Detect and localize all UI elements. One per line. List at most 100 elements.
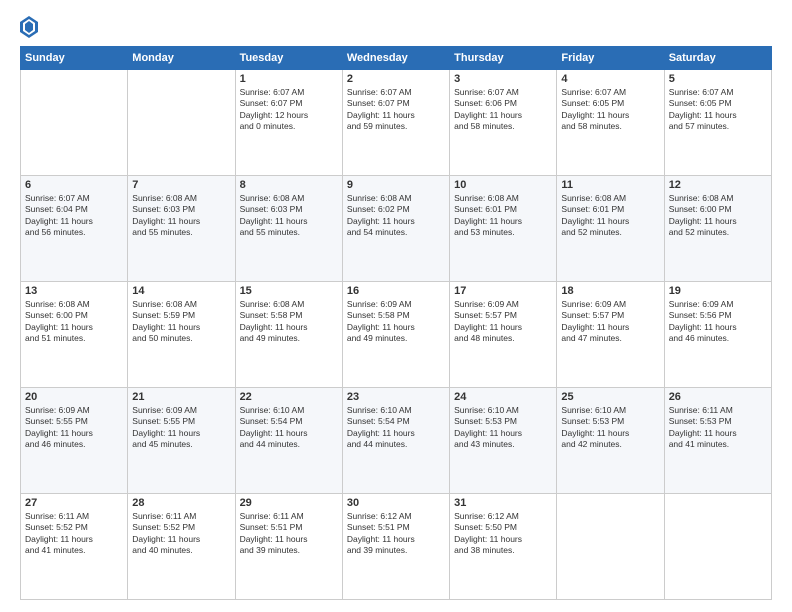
day-number: 28 [132, 497, 230, 509]
calendar-cell: 9 Sunrise: 6:08 AM Sunset: 6:02 PM Daylig… [342, 176, 449, 282]
calendar-cell: 1 Sunrise: 6:07 AM Sunset: 6:07 PM Daylig… [235, 70, 342, 176]
calendar-cell: 14 Sunrise: 6:08 AM Sunset: 5:59 PM Dayli… [128, 282, 235, 388]
day-number: 26 [669, 391, 767, 403]
calendar-cell [664, 494, 771, 600]
calendar-cell: 29 Sunrise: 6:11 AM Sunset: 5:51 PM Dayli… [235, 494, 342, 600]
calendar-cell: 17 Sunrise: 6:09 AM Sunset: 5:57 PM Dayli… [450, 282, 557, 388]
day-info: Sunrise: 6:10 AM Sunset: 5:53 PM Dayligh… [561, 405, 659, 451]
calendar-cell: 18 Sunrise: 6:09 AM Sunset: 5:57 PM Dayli… [557, 282, 664, 388]
calendar-week-1: 6 Sunrise: 6:07 AM Sunset: 6:04 PM Daylig… [21, 176, 772, 282]
page: SundayMondayTuesdayWednesdayThursdayFrid… [0, 0, 792, 612]
calendar-cell: 10Sunrise: 6:08 AM Sunset: 6:01 PM Dayli… [450, 176, 557, 282]
day-number: 31 [454, 497, 552, 509]
day-number: 22 [240, 391, 338, 403]
day-info: Sunrise: 6:11 AM Sunset: 5:51 PM Dayligh… [240, 511, 338, 557]
day-info: Sunrise: 6:11 AM Sunset: 5:53 PM Dayligh… [669, 405, 767, 451]
calendar-cell: 28 Sunrise: 6:11 AM Sunset: 5:52 PM Dayli… [128, 494, 235, 600]
day-info: Sunrise: 6:08 AM Sunset: 6:01 PM Dayligh… [561, 193, 659, 239]
day-info: Sunrise: 6:08 AM Sunset: 6:03 PM Dayligh… [240, 193, 338, 239]
day-header-sunday: Sunday [21, 47, 128, 70]
calendar-week-3: 20 Sunrise: 6:09 AM Sunset: 5:55 PM Dayli… [21, 388, 772, 494]
day-number: 7 [132, 179, 230, 191]
day-number: 6 [25, 179, 123, 191]
day-info: Sunrise: 6:12 AM Sunset: 5:51 PM Dayligh… [347, 511, 445, 557]
calendar-cell: 11 Sunrise: 6:08 AM Sunset: 6:01 PM Dayli… [557, 176, 664, 282]
day-info: Sunrise: 6:12 AM Sunset: 5:50 PM Dayligh… [454, 511, 552, 557]
day-number: 11 [561, 179, 659, 191]
day-info: Sunrise: 6:08 AM Sunset: 6:02 PM Dayligh… [347, 193, 445, 239]
calendar-cell: 2 Sunrise: 6:07 AM Sunset: 6:07 PM Daylig… [342, 70, 449, 176]
calendar-cell: 30 Sunrise: 6:12 AM Sunset: 5:51 PM Dayli… [342, 494, 449, 600]
day-number: 13 [25, 285, 123, 297]
day-info: Sunrise: 6:09 AM Sunset: 5:57 PM Dayligh… [454, 299, 552, 345]
day-info: Sunrise: 6:09 AM Sunset: 5:57 PM Dayligh… [561, 299, 659, 345]
day-number: 19 [669, 285, 767, 297]
day-number: 21 [132, 391, 230, 403]
day-info: Sunrise: 6:07 AM Sunset: 6:07 PM Dayligh… [240, 87, 338, 133]
calendar-cell: 20 Sunrise: 6:09 AM Sunset: 5:55 PM Dayli… [21, 388, 128, 494]
day-number: 18 [561, 285, 659, 297]
day-number: 17 [454, 285, 552, 297]
day-number: 30 [347, 497, 445, 509]
calendar-cell: 6 Sunrise: 6:07 AM Sunset: 6:04 PM Daylig… [21, 176, 128, 282]
day-info: Sunrise: 6:11 AM Sunset: 5:52 PM Dayligh… [132, 511, 230, 557]
day-info: Sunrise: 6:08 AM Sunset: 6:01 PM Dayligh… [454, 193, 552, 239]
calendar-week-2: 13Sunrise: 6:08 AM Sunset: 6:00 PM Dayli… [21, 282, 772, 388]
calendar-cell: 24Sunrise: 6:10 AM Sunset: 5:53 PM Dayli… [450, 388, 557, 494]
calendar-cell: 22 Sunrise: 6:10 AM Sunset: 5:54 PM Dayli… [235, 388, 342, 494]
calendar-cell [557, 494, 664, 600]
day-header-saturday: Saturday [664, 47, 771, 70]
calendar-cell: 26 Sunrise: 6:11 AM Sunset: 5:53 PM Dayli… [664, 388, 771, 494]
day-info: Sunrise: 6:08 AM Sunset: 6:03 PM Dayligh… [132, 193, 230, 239]
day-info: Sunrise: 6:09 AM Sunset: 5:56 PM Dayligh… [669, 299, 767, 345]
day-header-wednesday: Wednesday [342, 47, 449, 70]
day-number: 29 [240, 497, 338, 509]
calendar-cell: 13Sunrise: 6:08 AM Sunset: 6:00 PM Dayli… [21, 282, 128, 388]
calendar-cell: 31 Sunrise: 6:12 AM Sunset: 5:50 PM Dayli… [450, 494, 557, 600]
day-number: 4 [561, 73, 659, 85]
day-number: 1 [240, 73, 338, 85]
calendar-cell: 7 Sunrise: 6:08 AM Sunset: 6:03 PM Daylig… [128, 176, 235, 282]
calendar-cell: 23Sunrise: 6:10 AM Sunset: 5:54 PM Dayli… [342, 388, 449, 494]
calendar-header-row: SundayMondayTuesdayWednesdayThursdayFrid… [21, 47, 772, 70]
day-info: Sunrise: 6:09 AM Sunset: 5:55 PM Dayligh… [132, 405, 230, 451]
calendar-cell: 3Sunrise: 6:07 AM Sunset: 6:06 PM Daylig… [450, 70, 557, 176]
day-info: Sunrise: 6:10 AM Sunset: 5:54 PM Dayligh… [240, 405, 338, 451]
day-number: 20 [25, 391, 123, 403]
day-number: 8 [240, 179, 338, 191]
calendar-week-4: 27 Sunrise: 6:11 AM Sunset: 5:52 PM Dayli… [21, 494, 772, 600]
day-number: 25 [561, 391, 659, 403]
calendar-cell: 5Sunrise: 6:07 AM Sunset: 6:05 PM Daylig… [664, 70, 771, 176]
day-info: Sunrise: 6:07 AM Sunset: 6:04 PM Dayligh… [25, 193, 123, 239]
day-info: Sunrise: 6:08 AM Sunset: 5:59 PM Dayligh… [132, 299, 230, 345]
calendar-cell [21, 70, 128, 176]
header [20, 16, 772, 38]
day-number: 2 [347, 73, 445, 85]
calendar-cell: 25 Sunrise: 6:10 AM Sunset: 5:53 PM Dayli… [557, 388, 664, 494]
day-number: 3 [454, 73, 552, 85]
calendar-cell: 8 Sunrise: 6:08 AM Sunset: 6:03 PM Daylig… [235, 176, 342, 282]
day-info: Sunrise: 6:08 AM Sunset: 6:00 PM Dayligh… [669, 193, 767, 239]
day-info: Sunrise: 6:10 AM Sunset: 5:54 PM Dayligh… [347, 405, 445, 451]
day-number: 24 [454, 391, 552, 403]
calendar-cell: 19 Sunrise: 6:09 AM Sunset: 5:56 PM Dayli… [664, 282, 771, 388]
calendar-table: SundayMondayTuesdayWednesdayThursdayFrid… [20, 46, 772, 600]
day-number: 27 [25, 497, 123, 509]
day-header-friday: Friday [557, 47, 664, 70]
day-info: Sunrise: 6:09 AM Sunset: 5:58 PM Dayligh… [347, 299, 445, 345]
day-number: 15 [240, 285, 338, 297]
day-info: Sunrise: 6:09 AM Sunset: 5:55 PM Dayligh… [25, 405, 123, 451]
calendar-cell: 4Sunrise: 6:07 AM Sunset: 6:05 PM Daylig… [557, 70, 664, 176]
day-number: 14 [132, 285, 230, 297]
logo-icon [20, 16, 38, 38]
day-info: Sunrise: 6:08 AM Sunset: 5:58 PM Dayligh… [240, 299, 338, 345]
calendar-week-0: 1 Sunrise: 6:07 AM Sunset: 6:07 PM Daylig… [21, 70, 772, 176]
day-number: 5 [669, 73, 767, 85]
day-header-monday: Monday [128, 47, 235, 70]
day-info: Sunrise: 6:07 AM Sunset: 6:07 PM Dayligh… [347, 87, 445, 133]
day-number: 16 [347, 285, 445, 297]
calendar-cell [128, 70, 235, 176]
day-info: Sunrise: 6:11 AM Sunset: 5:52 PM Dayligh… [25, 511, 123, 557]
calendar-cell: 12Sunrise: 6:08 AM Sunset: 6:00 PM Dayli… [664, 176, 771, 282]
day-number: 9 [347, 179, 445, 191]
